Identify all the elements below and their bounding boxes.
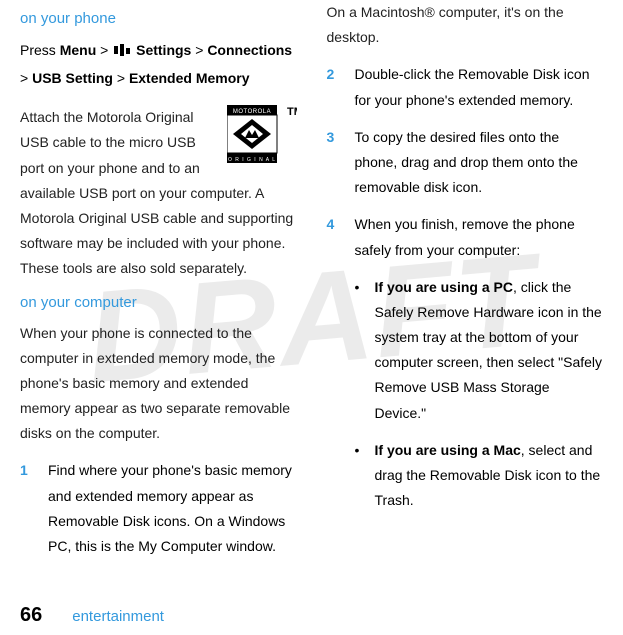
logo-bottom-text: O R I G I N A L <box>227 157 275 163</box>
connected-paragraph: When your phone is connected to the comp… <box>20 321 297 447</box>
heading-on-your-phone: on your phone <box>20 10 297 27</box>
step-number: 1 <box>20 458 48 559</box>
bullet-mac: • If you are using a Mac, select and dra… <box>327 438 604 514</box>
connections-label: Connections <box>207 42 292 58</box>
settings-icon <box>114 38 130 65</box>
bullet-marker: • <box>355 438 375 514</box>
step-4: 4 When you finish, remove the phone safe… <box>327 212 604 262</box>
bullet-lead: If you are using a PC <box>375 279 513 295</box>
step-body: Double-click the Removable Disk icon for… <box>355 62 604 112</box>
usb-setting-label: USB Setting <box>32 70 113 86</box>
press-path: Press Menu > Settings > Connections > US… <box>20 37 297 91</box>
step-1: 1 Find where your phone's basic memory a… <box>20 458 297 559</box>
bullet-body: If you are using a PC, click the Safely … <box>375 275 604 426</box>
bullet-lead: If you are using a Mac <box>375 442 521 458</box>
footer-section-label: entertainment <box>72 608 164 625</box>
press-prefix: Press <box>20 42 60 58</box>
left-column: on your phone Press Menu > Settings > Co… <box>20 0 297 571</box>
step-2: 2 Double-click the Removable Disk icon f… <box>327 62 604 112</box>
extended-memory-label: Extended Memory <box>129 70 250 86</box>
tm-mark: TM <box>287 106 297 118</box>
path-sep: > <box>20 70 32 86</box>
settings-label: Settings <box>132 42 191 58</box>
page-footer: 66 entertainment <box>20 604 164 627</box>
step-1-continuation: On a Macintosh® computer, it's on the de… <box>327 0 604 50</box>
motorola-original-logo: MOTOROLA O R I G I N A L TM <box>227 105 297 171</box>
bullet-pc: • If you are using a PC, click the Safel… <box>327 275 604 426</box>
step-number: 3 <box>327 125 355 201</box>
attach-paragraph: MOTOROLA O R I G I N A L TM Attach the M… <box>20 105 297 281</box>
heading-on-your-computer: on your computer <box>20 294 297 311</box>
right-column: On a Macintosh® computer, it's on the de… <box>327 0 604 571</box>
step-3: 3 To copy the desired files onto the pho… <box>327 125 604 201</box>
bullet-rest: , click the Safely Remove Hardware icon … <box>375 279 603 421</box>
page-number: 66 <box>20 604 42 627</box>
step-number: 4 <box>327 212 355 262</box>
path-sep: > <box>96 42 112 58</box>
menu-label: Menu <box>60 42 97 58</box>
step-body: To copy the desired files onto the phone… <box>355 125 604 201</box>
path-sep: > <box>191 42 207 58</box>
logo-top-text: MOTOROLA <box>232 109 270 115</box>
step-number: 2 <box>327 62 355 112</box>
step-body: When you finish, remove the phone safely… <box>355 212 604 262</box>
bullet-body: If you are using a Mac, select and drag … <box>375 438 604 514</box>
step-body: Find where your phone's basic memory and… <box>48 458 297 559</box>
path-sep: > <box>113 70 129 86</box>
bullet-marker: • <box>355 275 375 426</box>
